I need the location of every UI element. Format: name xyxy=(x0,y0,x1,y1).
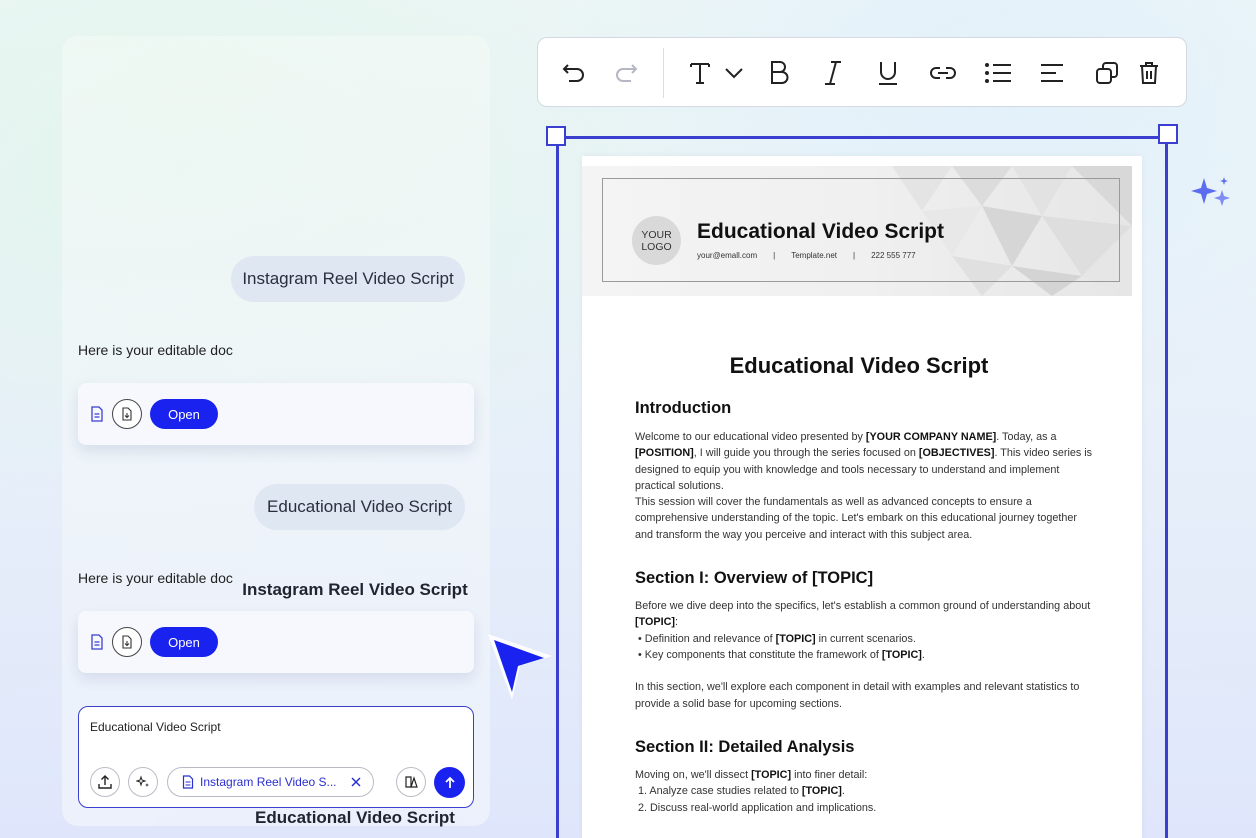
undo-button[interactable] xyxy=(560,58,590,88)
text-style-icon xyxy=(690,63,710,84)
header-contact-line: your@emall.com | Template.net | 222 555 … xyxy=(697,251,916,260)
doc-card-instagram[interactable]: Instagram Reel Video Script Open xyxy=(78,383,474,599)
redo-icon xyxy=(616,64,638,82)
open-button[interactable]: Open xyxy=(150,627,218,657)
toolbar-divider xyxy=(663,48,664,98)
send-arrow-icon xyxy=(444,776,455,788)
text-style-dropdown[interactable] xyxy=(719,58,749,88)
open-button[interactable]: Open xyxy=(150,399,218,429)
chat-input-box[interactable]: Educational Video Script Instagram Reel … xyxy=(78,706,474,808)
italic-button[interactable] xyxy=(818,58,848,88)
undo-icon xyxy=(562,64,584,82)
header-title: Educational Video Script xyxy=(697,220,944,243)
ai-sparkle-icon xyxy=(136,775,149,787)
sparkle-icon xyxy=(1191,177,1230,206)
header-website: Template.net xyxy=(791,251,838,260)
section2-heading: Section II: Detailed Analysis xyxy=(635,738,855,756)
section1-paragraph: Before we dive deep into the specifics, … xyxy=(635,600,1091,710)
download-icon xyxy=(122,407,132,421)
bullet-list-button[interactable] xyxy=(983,58,1013,88)
underline-button[interactable] xyxy=(873,58,903,88)
attachment-chip[interactable]: Instagram Reel Video S... xyxy=(167,767,374,797)
delete-button[interactable] xyxy=(1134,58,1164,88)
upload-button[interactable] xyxy=(90,767,120,797)
document-icon xyxy=(91,634,103,650)
editor-toolbar xyxy=(537,37,1187,107)
attachment-chip-label: Instagram Reel Video S... xyxy=(200,775,337,789)
duplicate-button[interactable] xyxy=(1092,58,1122,88)
bold-button[interactable] xyxy=(764,58,794,88)
underline-icon xyxy=(879,62,897,85)
intro-paragraph: Welcome to our educational video present… xyxy=(635,431,1093,541)
document-title: Educational Video Script xyxy=(729,353,989,378)
template-button[interactable] xyxy=(396,767,426,797)
pointer-cursor-icon xyxy=(488,634,552,700)
ai-assist-button[interactable] xyxy=(128,767,158,797)
header-separator: | xyxy=(773,251,776,260)
section2-paragraph: Moving on, we'll dissect [TOPIC] into fi… xyxy=(635,769,877,814)
chat-input-text[interactable]: Educational Video Script xyxy=(90,720,221,734)
document-page[interactable]: YOUR LOGO Educational Video Script your@… xyxy=(582,156,1142,838)
logo-text-line1: YOUR xyxy=(641,228,672,241)
resize-handle-top-left[interactable] xyxy=(546,126,566,146)
download-icon xyxy=(122,635,132,649)
user-message-text: Instagram Reel Video Script xyxy=(242,269,454,288)
user-message-bubble: Instagram Reel Video Script xyxy=(231,256,465,302)
document-icon xyxy=(182,775,194,789)
bullet-list-icon xyxy=(985,63,1011,83)
duplicate-icon xyxy=(1096,62,1118,84)
close-icon[interactable] xyxy=(351,777,361,787)
user-message-text: Educational Video Script xyxy=(267,497,452,516)
download-button[interactable] xyxy=(112,399,142,429)
user-message-bubble: Educational Video Script xyxy=(254,484,465,530)
assistant-message-text: Here is your editable doc xyxy=(78,342,233,358)
upload-icon xyxy=(98,775,112,789)
align-button[interactable] xyxy=(1037,58,1067,88)
resize-handle-top-right[interactable] xyxy=(1158,124,1178,144)
assistant-message-text: Here is your editable doc xyxy=(78,570,233,586)
template-icon xyxy=(405,776,418,788)
align-icon xyxy=(1041,64,1063,82)
redo-button[interactable] xyxy=(610,58,640,88)
chevron-down-icon xyxy=(725,68,743,79)
header-phone: 222 555 777 xyxy=(871,251,916,260)
header-email: your@emall.com xyxy=(697,251,758,260)
company-logo-placeholder: YOUR LOGO xyxy=(632,216,681,265)
link-icon xyxy=(930,67,956,79)
text-style-button[interactable] xyxy=(685,58,715,88)
intro-heading: Introduction xyxy=(635,399,732,417)
delete-icon xyxy=(1140,62,1158,84)
doc-card-title: Educational Video Script xyxy=(255,808,455,827)
link-button[interactable] xyxy=(928,58,958,88)
italic-icon xyxy=(825,61,841,85)
section1-heading: Section I: Overview of [TOPIC] xyxy=(635,569,874,587)
download-button[interactable] xyxy=(112,627,142,657)
logo-text-line2: LOGO xyxy=(641,240,672,253)
document-icon xyxy=(91,406,103,422)
bold-icon xyxy=(771,61,789,84)
document-header: YOUR LOGO Educational Video Script your@… xyxy=(582,166,1132,296)
header-separator: | xyxy=(853,251,856,260)
doc-card-educational[interactable]: Educational Video Script Open xyxy=(78,611,474,827)
send-button[interactable] xyxy=(434,767,465,798)
